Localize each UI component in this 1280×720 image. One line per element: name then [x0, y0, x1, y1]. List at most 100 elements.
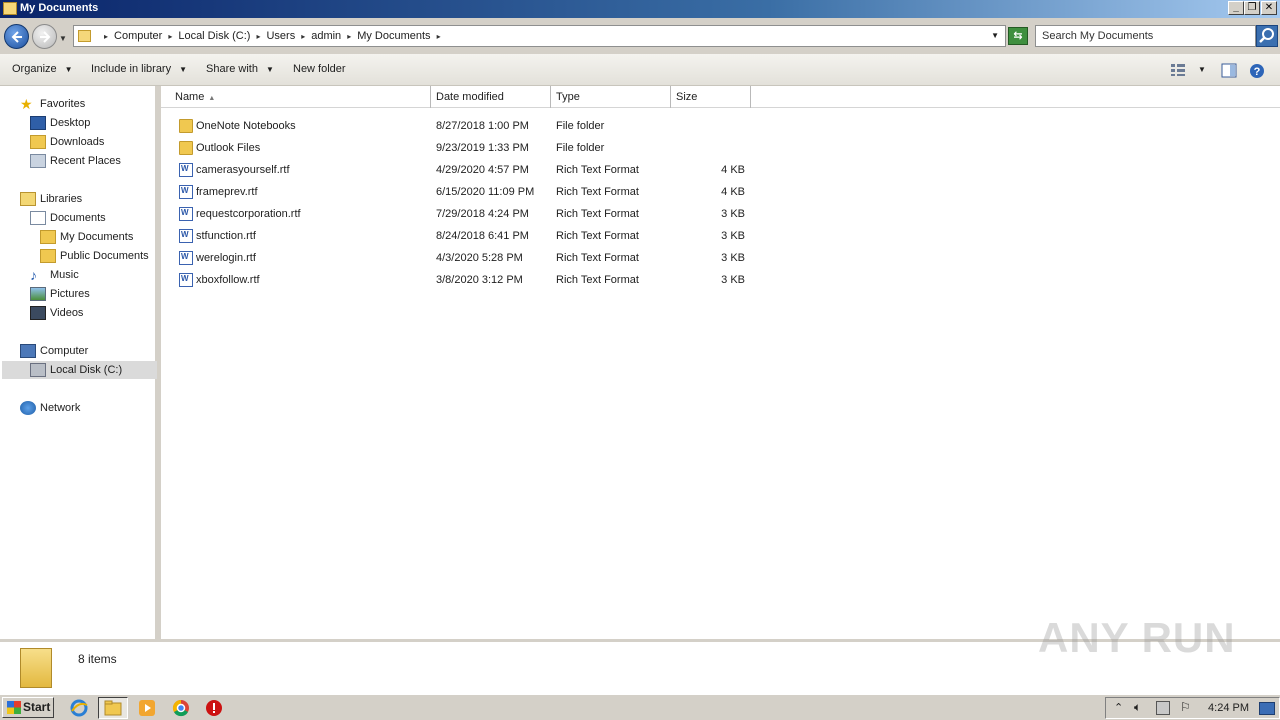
- file-name: frameprev.rtf: [196, 186, 258, 198]
- chevron-icon[interactable]: ▸: [256, 32, 260, 41]
- nav-videos[interactable]: Videos: [30, 304, 83, 322]
- minimize-button[interactable]: _: [1228, 1, 1244, 15]
- file-date-modified: 4/29/2020 4:57 PM: [436, 164, 529, 176]
- chevron-icon[interactable]: ▸: [437, 32, 441, 41]
- nav-my-documents[interactable]: My Documents: [40, 228, 133, 246]
- search-input[interactable]: Search My Documents: [1035, 25, 1256, 47]
- column-header-date[interactable]: Date modified: [431, 86, 551, 108]
- share-with-button[interactable]: Share with ▼: [206, 63, 274, 75]
- file-size: 3 KB: [721, 274, 745, 286]
- forward-button[interactable]: [32, 24, 57, 49]
- address-field[interactable]: ▸ Computer ▸ Local Disk (C:) ▸ Users ▸ a…: [73, 25, 1006, 47]
- command-bar: Organize ▼ Include in library ▼ Share with…: [0, 54, 1280, 86]
- nav-desktop[interactable]: Desktop: [30, 114, 90, 132]
- breadcrumb-local-disk[interactable]: Local Disk (C:): [178, 30, 250, 42]
- recent-pages-dropdown[interactable]: ▼: [59, 34, 67, 43]
- chevron-icon[interactable]: ▸: [104, 32, 108, 41]
- pictures-icon: [30, 287, 46, 301]
- nav-recent-places[interactable]: Recent Places: [30, 152, 121, 170]
- clock[interactable]: 4:24 PM: [1208, 702, 1249, 714]
- watermark-logo: ANY RUN: [1038, 614, 1236, 661]
- column-header-size[interactable]: Size: [671, 86, 751, 108]
- chevron-icon[interactable]: ▸: [301, 32, 305, 41]
- include-in-library-button[interactable]: Include in library ▼: [91, 63, 187, 75]
- arrow-right-icon: [40, 31, 51, 43]
- breadcrumb-users[interactable]: Users: [266, 30, 295, 42]
- show-desktop-icon[interactable]: [1259, 702, 1275, 715]
- file-date-modified: 7/29/2018 4:24 PM: [436, 208, 529, 220]
- action-center-flag-icon[interactable]: ⚐: [1180, 700, 1191, 714]
- rtf-icon: [179, 163, 193, 177]
- documents-icon: [30, 211, 46, 225]
- nav-music[interactable]: ♪ Music: [30, 266, 79, 284]
- view-options-icon[interactable]: [1170, 63, 1186, 77]
- file-size: [676, 137, 745, 159]
- nav-computer[interactable]: Computer: [20, 342, 88, 360]
- file-row[interactable]: xboxfollow.rtf 3/8/2020 3:12 PM Rich Text …: [161, 269, 761, 291]
- refresh-button[interactable]: ⇆: [1008, 27, 1028, 45]
- chevron-icon[interactable]: ▸: [347, 32, 351, 41]
- back-button[interactable]: [4, 24, 29, 49]
- file-date-modified: 4/3/2020 5:28 PM: [436, 252, 523, 264]
- file-type: File folder: [556, 120, 605, 132]
- internet-explorer-icon[interactable]: [70, 699, 88, 717]
- file-name: werelogin.rtf: [196, 252, 256, 264]
- explorer-taskbar-button[interactable]: [98, 697, 128, 719]
- desktop-icon: [30, 116, 46, 130]
- drive-icon: [30, 363, 46, 377]
- file-size: 4 KB: [721, 186, 745, 198]
- organize-button[interactable]: Organize ▼: [12, 63, 73, 75]
- volume-icon[interactable]: 🔈︎: [1134, 700, 1141, 715]
- file-date-modified: 8/24/2018 6:41 PM: [436, 230, 529, 242]
- chevron-icon[interactable]: ▸: [168, 32, 172, 41]
- alert-icon[interactable]: [205, 699, 223, 717]
- file-row[interactable]: requestcorporation.rtf 7/29/2018 4:24 PM R…: [161, 203, 761, 225]
- file-name: stfunction.rtf: [196, 230, 256, 242]
- file-size: 3 KB: [721, 208, 745, 220]
- network-status-icon[interactable]: [1156, 701, 1170, 715]
- file-type: File folder: [556, 142, 605, 154]
- libraries-icon: [20, 192, 36, 206]
- maximize-button[interactable]: ❐: [1244, 1, 1260, 15]
- downloads-icon: [30, 135, 46, 149]
- nav-local-disk[interactable]: Local Disk (C:): [2, 361, 157, 379]
- folder-icon: [40, 249, 56, 263]
- nav-pictures[interactable]: Pictures: [30, 285, 90, 303]
- breadcrumb-my-documents[interactable]: My Documents: [357, 30, 430, 42]
- file-row[interactable]: werelogin.rtf 4/3/2020 5:28 PM Rich Text F…: [161, 247, 761, 269]
- music-icon: ♪: [30, 267, 37, 283]
- column-header-type[interactable]: Type: [551, 86, 671, 108]
- new-folder-button[interactable]: New folder: [293, 63, 346, 75]
- start-button[interactable]: Start: [2, 697, 54, 718]
- file-row[interactable]: Outlook Files 9/23/2019 1:33 PM File folde…: [161, 137, 761, 159]
- nav-documents[interactable]: Documents: [30, 209, 106, 227]
- file-row[interactable]: stfunction.rtf 8/24/2018 6:41 PM Rich Text…: [161, 225, 761, 247]
- nav-libraries[interactable]: Libraries: [20, 190, 82, 208]
- address-bar: ▼ ▸ Computer ▸ Local Disk (C:) ▸ Users ▸…: [0, 18, 1280, 54]
- breadcrumb-admin[interactable]: admin: [311, 30, 341, 42]
- breadcrumb-computer[interactable]: Computer: [114, 30, 162, 42]
- view-dropdown[interactable]: ▼: [1198, 65, 1206, 74]
- preview-pane-icon[interactable]: [1221, 63, 1237, 78]
- network-icon: [20, 401, 36, 415]
- file-row[interactable]: OneNote Notebooks 8/27/2018 1:00 PM File f…: [161, 115, 761, 137]
- nav-downloads[interactable]: Downloads: [30, 133, 104, 151]
- column-header-name[interactable]: Name ▲: [169, 86, 431, 108]
- media-player-icon[interactable]: [138, 699, 156, 717]
- chrome-icon[interactable]: [172, 699, 190, 717]
- close-button[interactable]: ✕: [1261, 1, 1277, 15]
- column-headers: Name ▲ Date modified Type Size: [161, 86, 1280, 108]
- file-size: 3 KB: [721, 252, 745, 264]
- nav-public-documents[interactable]: Public Documents: [40, 247, 149, 265]
- file-row[interactable]: frameprev.rtf 6/15/2020 11:09 PM Rich Text…: [161, 181, 761, 203]
- nav-network[interactable]: Network: [20, 399, 80, 417]
- folder-icon: [179, 141, 193, 155]
- address-history-dropdown[interactable]: ▼: [991, 31, 999, 40]
- file-name: OneNote Notebooks: [196, 120, 296, 132]
- rtf-icon: [179, 185, 193, 199]
- search-button[interactable]: [1256, 25, 1278, 47]
- show-hidden-icons-icon[interactable]: ⌃: [1114, 701, 1123, 714]
- help-icon[interactable]: ?: [1249, 63, 1265, 79]
- nav-favorites[interactable]: ★ Favorites: [20, 95, 85, 113]
- file-row[interactable]: camerasyourself.rtf 4/29/2020 4:57 PM Rich…: [161, 159, 761, 181]
